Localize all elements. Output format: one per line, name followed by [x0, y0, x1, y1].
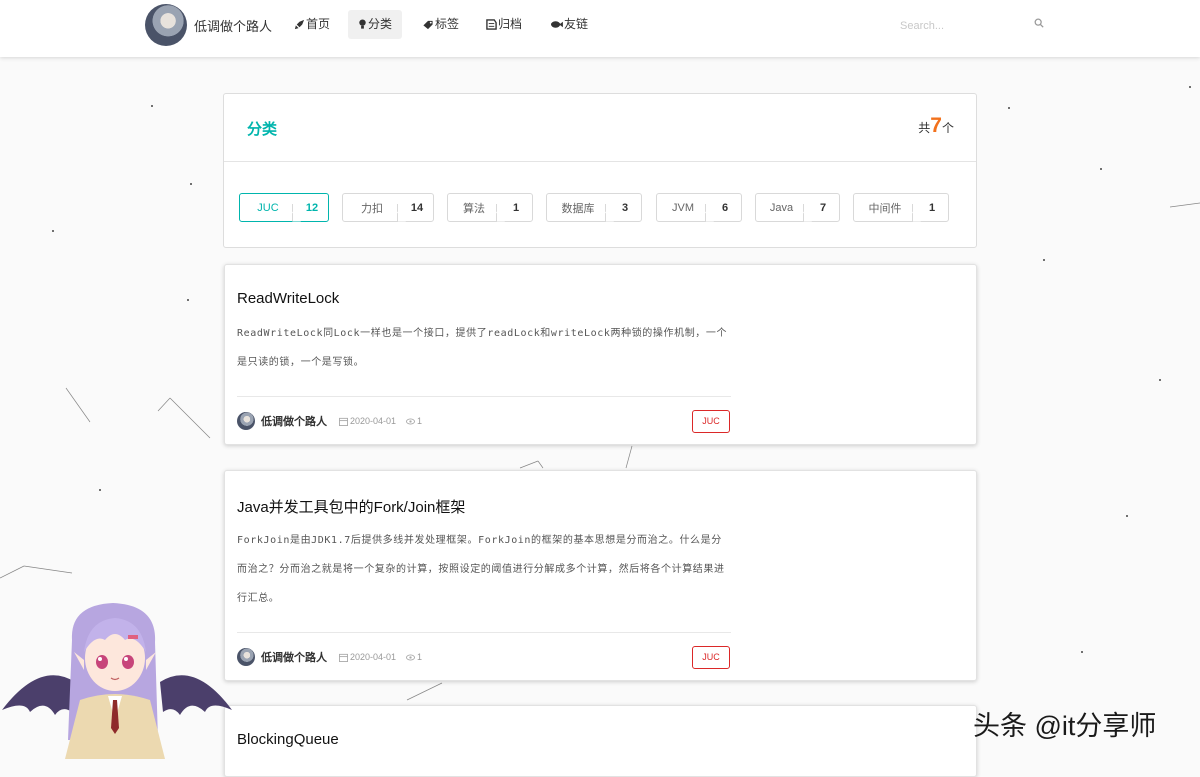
- category-count: 共7个: [918, 114, 954, 138]
- archive-icon: [486, 19, 497, 30]
- search-icon[interactable]: [1034, 18, 1044, 28]
- category-header: 分类 共7个: [224, 94, 976, 162]
- article-summary: ReadWriteLock同Lock一样也是一个接口，提供了readLock和w…: [237, 328, 728, 368]
- lightbulb-icon: [359, 19, 366, 29]
- article-category-tag[interactable]: JUC: [692, 646, 730, 669]
- tag-icon: [423, 20, 433, 30]
- article-divider: [237, 396, 731, 397]
- article-divider: [237, 632, 731, 633]
- category-tag-java[interactable]: Java 7: [755, 193, 840, 222]
- top-navbar: 低调做个路人 首页 分类 标签 归档 友链: [0, 0, 1200, 57]
- article-summary: ForkJoin是由JDK1.7后提供多线并发处理框架。ForkJoin的框架的…: [237, 535, 725, 604]
- nav-label: 首页: [306, 17, 331, 31]
- rocket-icon: [294, 19, 305, 30]
- tag-name: JVM: [672, 201, 694, 214]
- avatar[interactable]: [145, 4, 187, 46]
- article-title[interactable]: Java并发工具包中的Fork/Join框架: [237, 496, 465, 517]
- calendar-icon: [339, 653, 348, 662]
- category-tag-middleware[interactable]: 中间件 1: [853, 193, 949, 222]
- article-meta: 低调做个路人 2020-04-01 1: [237, 412, 422, 430]
- article-category-tag[interactable]: JUC: [692, 410, 730, 433]
- article-author[interactable]: 低调做个路人: [261, 413, 327, 429]
- tag-name: Java: [769, 201, 794, 214]
- search-input[interactable]: [898, 17, 1022, 35]
- nav-label: 标签: [435, 17, 460, 31]
- nav-label: 归档: [498, 17, 523, 31]
- nav-item-friends[interactable]: 友链: [540, 10, 598, 39]
- eye-icon: [406, 418, 416, 424]
- article-date: 2020-04-01: [339, 652, 396, 662]
- tag-name: JUC: [257, 201, 279, 214]
- nav-label: 分类: [368, 17, 393, 31]
- category-tag-leetcode[interactable]: 力扣 14: [342, 193, 434, 222]
- category-tag-jvm[interactable]: JVM 6: [656, 193, 742, 222]
- nav-item-categories[interactable]: 分类: [348, 10, 403, 39]
- tag-name: 数据库: [561, 202, 595, 215]
- article-meta: 低调做个路人 2020-04-01 1: [237, 648, 422, 666]
- article-card: ReadWriteLock ReadWriteLock同Lock一样也是一个接口…: [224, 264, 977, 445]
- watermark: 头条 @it分享师: [973, 711, 1157, 741]
- article-title[interactable]: ReadWriteLock: [237, 290, 339, 307]
- category-tag-database[interactable]: 数据库 3: [546, 193, 642, 222]
- tag-count: 1: [916, 202, 948, 214]
- tag-name: 力扣: [361, 202, 383, 215]
- fish-icon: [551, 21, 563, 28]
- nav-item-home[interactable]: 首页: [284, 10, 340, 39]
- category-tag-algorithm[interactable]: 算法 1: [447, 193, 533, 222]
- tag-count: 7: [807, 202, 839, 214]
- article-card: BlockingQueue: [224, 705, 977, 777]
- tag-count: 6: [709, 202, 741, 214]
- count-number: 7: [930, 114, 942, 137]
- search-box: [898, 16, 1048, 35]
- category-tag-juc[interactable]: JUC 12: [239, 193, 329, 222]
- avatar[interactable]: [237, 648, 255, 666]
- mascot-character[interactable]: [0, 600, 235, 759]
- category-card: 分类 共7个 JUC 12 力扣 14 算法 1 数据库 3 JVM 6 Jav…: [223, 93, 977, 248]
- tag-name: 中间件: [868, 202, 902, 215]
- article-date: 2020-04-01: [339, 416, 396, 426]
- article-title[interactable]: BlockingQueue: [237, 731, 339, 748]
- tag-count: 12: [296, 202, 328, 214]
- nav-item-archive[interactable]: 归档: [476, 10, 532, 39]
- brand-name[interactable]: 低调做个路人: [194, 16, 272, 35]
- article-author[interactable]: 低调做个路人: [261, 649, 327, 665]
- eye-icon: [406, 654, 416, 660]
- nav-label: 友链: [564, 17, 589, 31]
- avatar[interactable]: [237, 412, 255, 430]
- tag-name: 算法: [463, 202, 485, 215]
- category-title: 分类: [247, 121, 278, 138]
- article-views: 1: [406, 416, 422, 426]
- tag-count: 1: [500, 202, 532, 214]
- nav-item-tags[interactable]: 标签: [412, 10, 469, 39]
- tag-count: 3: [609, 202, 641, 214]
- calendar-icon: [339, 417, 348, 426]
- brand[interactable]: 低调做个路人: [145, 4, 272, 46]
- views-count: 1: [417, 652, 423, 662]
- date-text: 2020-04-01: [350, 652, 397, 662]
- date-text: 2020-04-01: [350, 416, 397, 426]
- views-count: 1: [417, 416, 423, 426]
- tag-count: 14: [401, 202, 433, 214]
- article-views: 1: [406, 652, 422, 662]
- count-suffix: 个: [941, 121, 954, 135]
- count-prefix: 共: [918, 121, 931, 135]
- article-card: Java并发工具包中的Fork/Join框架 ForkJoin是由JDK1.7后…: [224, 470, 977, 681]
